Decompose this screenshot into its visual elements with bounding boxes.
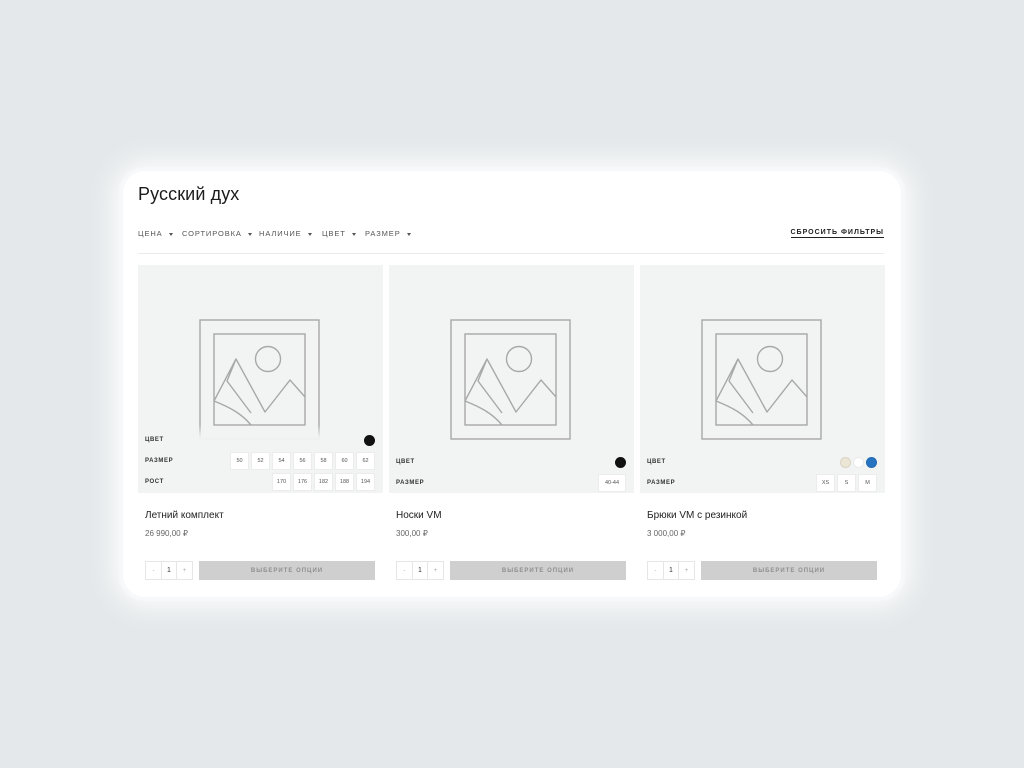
product-card[interactable]: ЦВЕТ РАЗМЕР 40-44 Носки VM 300,00 ₽ - + … bbox=[389, 265, 634, 585]
choose-options-button[interactable]: ВЫБЕРИТЕ ОПЦИИ bbox=[701, 561, 877, 580]
qty-plus-button[interactable]: + bbox=[177, 562, 192, 579]
option-label: РАЗМЕР bbox=[396, 480, 425, 486]
quantity-input[interactable] bbox=[161, 562, 177, 579]
option-row-color: ЦВЕТ bbox=[396, 452, 626, 472]
quantity-input[interactable] bbox=[663, 562, 679, 579]
choose-options-button[interactable]: ВЫБЕРИТЕ ОПЦИИ bbox=[199, 561, 375, 580]
option-label: РАЗМЕР bbox=[145, 458, 174, 464]
option-row-color: ЦВЕТ bbox=[145, 430, 375, 450]
size-chip[interactable]: XS bbox=[816, 474, 835, 492]
product-options: ЦВЕТ РАЗМЕР 40-44 bbox=[389, 447, 634, 493]
size-chip[interactable]: 40-44 bbox=[598, 474, 626, 492]
product-price: 3 000,00 ₽ bbox=[647, 529, 686, 538]
divider bbox=[138, 253, 884, 254]
qty-minus-button[interactable]: - bbox=[397, 562, 412, 579]
height-chip[interactable]: 182 bbox=[314, 473, 333, 491]
option-label: ЦВЕТ bbox=[145, 437, 164, 443]
filter-availability[interactable]: НАЛИЧИЕ bbox=[259, 229, 312, 238]
product-options: ЦВЕТ РАЗМЕР XS S M bbox=[640, 447, 885, 493]
reset-filters-link[interactable]: СБРОСИТЬ ФИЛЬТРЫ bbox=[790, 229, 884, 238]
size-chip[interactable]: M bbox=[858, 474, 877, 492]
filter-label: СОРТИРОВКА bbox=[182, 229, 242, 238]
color-swatch[interactable] bbox=[364, 434, 375, 446]
product-price: 300,00 ₽ bbox=[396, 529, 428, 538]
size-chip[interactable]: 50 bbox=[230, 452, 249, 470]
filter-sort[interactable]: СОРТИРОВКА bbox=[182, 229, 252, 238]
qty-minus-button[interactable]: - bbox=[648, 562, 663, 579]
color-swatch[interactable] bbox=[853, 456, 864, 468]
product-image[interactable]: ЦВЕТ РАЗМЕР XS S M bbox=[640, 265, 885, 493]
product-card[interactable]: ЦВЕТ РАЗМЕР XS S M Брюки VM с резинкой 3… bbox=[640, 265, 885, 585]
height-chip[interactable]: 188 bbox=[335, 473, 354, 491]
size-chip[interactable]: 62 bbox=[356, 452, 375, 470]
filter-price[interactable]: ЦЕНА bbox=[138, 229, 173, 238]
height-chip[interactable]: 176 bbox=[293, 473, 312, 491]
height-chip[interactable]: 170 bbox=[272, 473, 291, 491]
page-frame: Русский дух ЦЕНА СОРТИРОВКА НАЛИЧИЕ ЦВЕТ… bbox=[123, 171, 901, 597]
size-chip[interactable]: 56 bbox=[293, 452, 312, 470]
product-options: ЦВЕТ РАЗМЕР 50 52 54 56 58 60 62 РОСТ 17… bbox=[138, 425, 383, 493]
size-chip[interactable]: S bbox=[837, 474, 856, 492]
page-title: Русский дух bbox=[138, 184, 240, 204]
qty-plus-button[interactable]: + bbox=[428, 562, 443, 579]
caret-down-icon bbox=[406, 232, 411, 236]
option-label: РОСТ bbox=[145, 479, 164, 485]
product-name[interactable]: Брюки VM с резинкой bbox=[647, 510, 747, 521]
size-chip[interactable]: 54 bbox=[272, 452, 291, 470]
option-row-color: ЦВЕТ bbox=[647, 452, 877, 472]
option-label: РАЗМЕР bbox=[647, 480, 676, 486]
filter-label: ЦЕНА bbox=[138, 229, 163, 238]
option-row-size: РАЗМЕР 40-44 bbox=[396, 473, 626, 493]
size-chip[interactable]: 52 bbox=[251, 452, 270, 470]
quantity-stepper: - + bbox=[145, 561, 193, 580]
option-label: ЦВЕТ bbox=[396, 459, 415, 465]
filter-size[interactable]: РАЗМЕР bbox=[365, 229, 411, 238]
color-swatch[interactable] bbox=[615, 456, 626, 468]
filter-label: РАЗМЕР bbox=[365, 229, 401, 238]
filter-bar: ЦЕНА СОРТИРОВКА НАЛИЧИЕ ЦВЕТ РАЗМЕР СБРО… bbox=[138, 229, 884, 243]
quantity-input[interactable] bbox=[412, 562, 428, 579]
option-row-size: РАЗМЕР 50 52 54 56 58 60 62 bbox=[145, 451, 375, 471]
image-placeholder-icon bbox=[701, 319, 822, 440]
qty-plus-button[interactable]: + bbox=[679, 562, 694, 579]
qty-minus-button[interactable]: - bbox=[146, 562, 161, 579]
filter-label: НАЛИЧИЕ bbox=[259, 229, 302, 238]
caret-down-icon bbox=[351, 232, 356, 236]
product-name[interactable]: Летний комплект bbox=[145, 510, 224, 521]
color-swatch[interactable] bbox=[840, 456, 851, 468]
choose-options-button[interactable]: ВЫБЕРИТЕ ОПЦИИ bbox=[450, 561, 626, 580]
height-chip[interactable]: 194 bbox=[356, 473, 375, 491]
caret-down-icon bbox=[168, 232, 173, 236]
size-chip[interactable]: 58 bbox=[314, 452, 333, 470]
quantity-stepper: - + bbox=[647, 561, 695, 580]
image-placeholder-icon bbox=[450, 319, 571, 440]
option-row-height: РОСТ 170 176 182 188 194 bbox=[145, 472, 375, 492]
size-chip[interactable]: 60 bbox=[335, 452, 354, 470]
filter-color[interactable]: ЦВЕТ bbox=[322, 229, 356, 238]
option-row-size: РАЗМЕР XS S M bbox=[647, 473, 877, 493]
quantity-stepper: - + bbox=[396, 561, 444, 580]
product-image[interactable]: ЦВЕТ РАЗМЕР 50 52 54 56 58 60 62 РОСТ 17… bbox=[138, 265, 383, 493]
option-label: ЦВЕТ bbox=[647, 459, 666, 465]
product-image[interactable]: ЦВЕТ РАЗМЕР 40-44 bbox=[389, 265, 634, 493]
product-name[interactable]: Носки VM bbox=[396, 510, 442, 521]
color-swatch[interactable] bbox=[866, 456, 877, 468]
caret-down-icon bbox=[307, 232, 312, 236]
filter-label: ЦВЕТ bbox=[322, 229, 346, 238]
image-placeholder-icon bbox=[199, 319, 320, 440]
product-card[interactable]: ЦВЕТ РАЗМЕР 50 52 54 56 58 60 62 РОСТ 17… bbox=[138, 265, 383, 585]
product-price: 26 990,00 ₽ bbox=[145, 529, 188, 538]
caret-down-icon bbox=[247, 232, 252, 236]
